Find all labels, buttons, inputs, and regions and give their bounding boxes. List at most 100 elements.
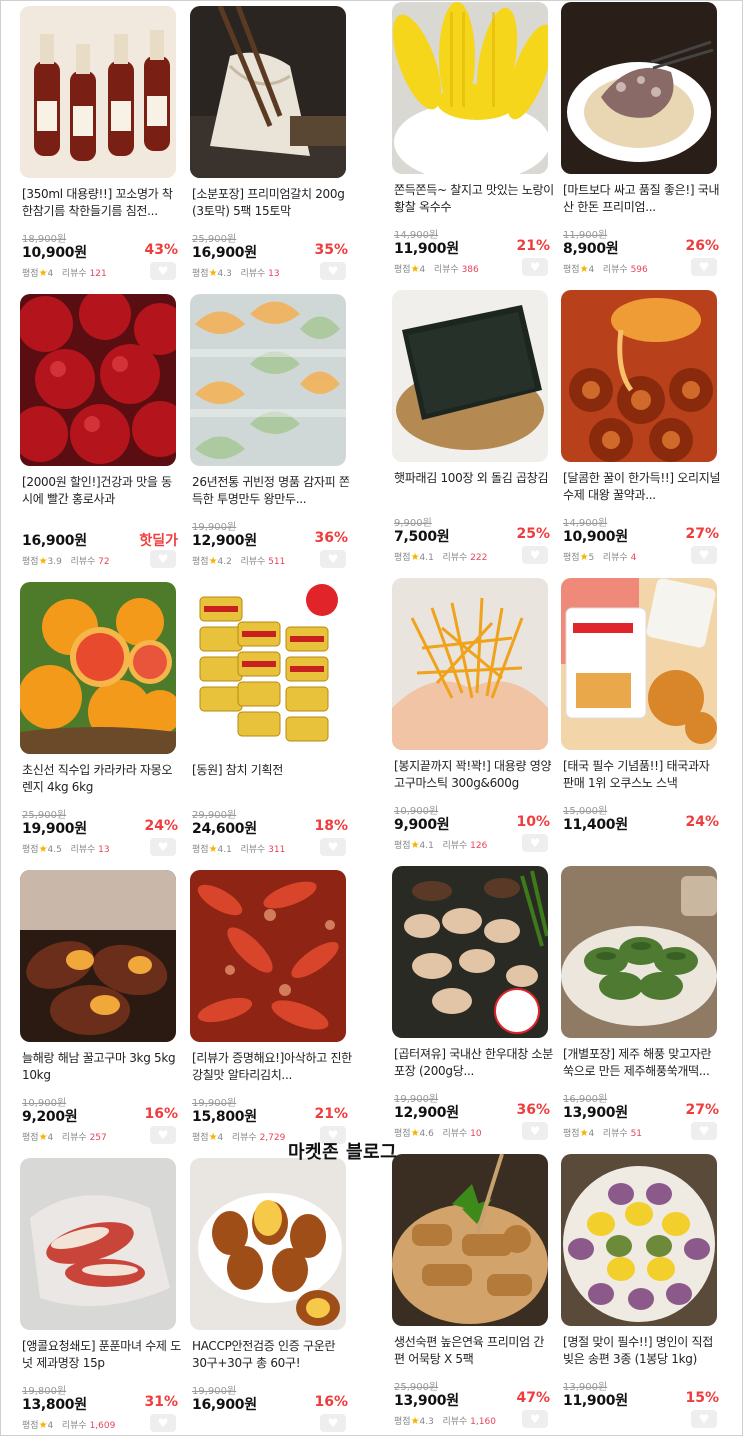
sale-price: 16,900원 [22, 533, 87, 549]
product-card[interactable]: [태국 필수 기념품!!] 태국과자 판매 1위 오쿠스노 스낵 15,000원… [561, 578, 721, 833]
product-card[interactable]: 햇파래김 100장 외 돌김 곱창김 9,900원 7,500원 25% 평점★… [392, 290, 552, 564]
product-title[interactable]: 생선숙편 높은연육 프리미엄 간편 어묵탕 X 5팩 [394, 1334, 554, 1368]
product-card[interactable]: HACCP안전검증 인증 구운란 30구+30구 총 60구! 19,900원 … [190, 1158, 350, 1432]
heart-icon[interactable]: ♥ [691, 258, 717, 276]
sale-price: 15,800원 [192, 1109, 257, 1125]
product-card[interactable]: 26년전통 귀빈정 명품 감자피 쫀득한 투명만두 왕만두... 19,900원… [190, 294, 350, 568]
product-title[interactable]: [리뷰가 증명해요!]아삭하고 진한 강칠맛 알타리김치... [192, 1050, 352, 1084]
product-title[interactable]: 초신선 직수입 카라카라 자몽오렌지 4kg 6kg [22, 762, 182, 796]
product-title[interactable]: [곱터져유] 국내산 한우대창 소분포장 (200g당... [394, 1046, 554, 1080]
rating-row: 평점★4 리뷰수 121 [22, 268, 107, 279]
product-title[interactable]: HACCP안전검증 인증 구운란 30구+30구 총 60구! [192, 1338, 352, 1372]
sale-price: 7,500원 [394, 529, 450, 545]
rating-row: 평점★4.3 리뷰수 13 [192, 268, 280, 279]
product-image[interactable] [392, 866, 548, 1038]
discount-rate: 21% [314, 1106, 348, 1122]
product-title[interactable]: [동원] 참치 기획전 [192, 762, 352, 796]
product-image[interactable] [190, 294, 346, 466]
product-card[interactable]: [달콤한 꿀이 한가득!!] 오리지널 수제 대왕 꿀약과... 14,900원… [561, 290, 721, 564]
product-image[interactable] [20, 294, 176, 466]
product-image[interactable] [190, 582, 346, 754]
heart-icon[interactable]: ♥ [320, 262, 346, 280]
product-card[interactable]: 쫀득쫀득~ 찰지고 맛있는 노랑이 황찰 옥수수 14,900원 11,900원… [392, 2, 554, 276]
heart-icon[interactable]: ♥ [150, 262, 176, 280]
star-icon: ★ [410, 552, 420, 563]
product-card[interactable]: [동원] 참치 기획전 29,900원 24,600원 18% 평점★4.1 리… [190, 582, 350, 856]
heart-icon[interactable]: ♥ [522, 258, 548, 276]
product-card[interactable]: 초신선 직수입 카라카라 자몽오렌지 4kg 6kg 25,900원 19,90… [20, 582, 180, 856]
product-title[interactable]: 늘해랑 해남 꿀고구마 3kg 5kg 10kg [22, 1050, 182, 1084]
product-image[interactable] [392, 1154, 548, 1326]
heart-icon[interactable]: ♥ [691, 546, 717, 564]
product-title[interactable]: [소분포장] 프리미엄갈치 200g (3토막) 5팩 15토막 [192, 186, 352, 220]
rating-row: 평점★4.1 리뷰수 222 [394, 552, 488, 563]
product-card[interactable]: [350ml 대용량!!] 꼬소명가 착한참기름 착한들기름 침전... 18,… [20, 6, 180, 280]
heart-icon[interactable]: ♥ [691, 1410, 717, 1428]
heart-icon[interactable]: ♥ [522, 1122, 548, 1140]
product-card[interactable]: [소분포장] 프리미엄갈치 200g (3토막) 5팩 15토막 25,900원… [190, 6, 350, 280]
star-icon: ★ [38, 268, 48, 279]
okusno-snack-icon [561, 578, 717, 750]
roasted-eggs-icon [190, 1158, 346, 1330]
product-title[interactable]: [봉지끝까지 꽉!꽉!] 대용량 영양고구마스틱 300g&600g [394, 758, 554, 792]
product-card[interactable]: [개별포장] 제주 해풍 맞고자란 쑥으로 만든 제주해풍쑥개떡... 16,9… [561, 866, 721, 1140]
product-title[interactable]: 26년전통 귀빈정 명품 감자피 쫀득한 투명만두 왕만두... [192, 474, 352, 508]
product-image[interactable] [20, 582, 176, 754]
product-image[interactable] [190, 6, 346, 178]
product-title[interactable]: 쫀득쫀득~ 찰지고 맛있는 노랑이 황찰 옥수수 [394, 182, 554, 216]
product-title[interactable]: [태국 필수 기념품!!] 태국과자 판매 1위 오쿠스노 스낵 [563, 758, 723, 792]
product-title[interactable]: [350ml 대용량!!] 꼬소명가 착한참기름 착한들기름 침전... [22, 186, 182, 220]
product-card[interactable]: 늘해랑 해남 꿀고구마 3kg 5kg 10kg 10,900원 9,200원 … [20, 870, 180, 1144]
product-image[interactable] [392, 578, 548, 750]
heart-icon[interactable]: ♥ [150, 1414, 176, 1432]
product-title[interactable]: [마트보다 싸고 품질 좋은!] 국내산 한돈 프리미엄... [563, 182, 723, 216]
product-image[interactable] [392, 290, 548, 462]
product-image[interactable] [561, 1154, 717, 1326]
product-title[interactable]: [명절 맞이 필수!!] 명인이 직접 빚은 송편 3종 (1봉당 1kg) [563, 1334, 723, 1368]
product-title[interactable]: [달콤한 꿀이 한가득!!] 오리지널 수제 대왕 꿀약과... [563, 470, 723, 504]
product-image[interactable] [561, 866, 717, 1038]
product-image[interactable] [190, 870, 346, 1042]
sale-price: 11,400원 [563, 817, 628, 833]
product-image[interactable] [20, 1158, 176, 1330]
product-card[interactable]: [곱터져유] 국내산 한우대창 소분포장 (200g당... 19,900원 1… [392, 866, 553, 1140]
rating-row: 평점★4 리뷰수 386 [394, 264, 479, 275]
product-card[interactable]: [2000원 할인!]건강과 맛을 동시에 빨간 홍로사과 16,900원 핫딜… [20, 294, 180, 568]
product-image[interactable] [561, 2, 717, 174]
product-card[interactable]: [앵콜요청쇄도] 푼푼마녀 수제 도넛 제과명장 15p 19,800원 13,… [20, 1158, 181, 1432]
rating-row: 평점★4.5 리뷰수 13 [22, 844, 110, 855]
sundae-bowl-icon [561, 2, 717, 174]
product-card[interactable]: [명절 맞이 필수!!] 명인이 직접 빚은 송편 3종 (1봉당 1kg) 1… [561, 1154, 721, 1428]
heart-icon[interactable]: ♥ [522, 546, 548, 564]
product-title[interactable]: 햇파래김 100장 외 돌김 곱창김 [394, 470, 554, 504]
product-title[interactable]: [2000원 할인!]건강과 맛을 동시에 빨간 홍로사과 [22, 474, 182, 508]
product-card[interactable]: 생선숙편 높은연육 프리미엄 간편 어묵탕 X 5팩 25,900원 13,90… [392, 1154, 552, 1428]
product-card[interactable]: [봉지끝까지 꽉!꽉!] 대용량 영양고구마스틱 300g&600g 10,90… [392, 578, 552, 852]
heart-icon[interactable]: ♥ [320, 1414, 346, 1432]
star-icon: ★ [208, 1132, 218, 1143]
discount-rate: 27% [685, 1102, 719, 1118]
product-image[interactable] [561, 290, 717, 462]
product-title[interactable]: [개별포장] 제주 해풍 맞고자란 쑥으로 만든 제주해풍쑥개떡... [563, 1046, 723, 1080]
heart-icon[interactable]: ♥ [522, 1410, 548, 1428]
rating-row: 평점★4.6 리뷰수 10 [394, 1128, 482, 1139]
sale-price: 11,900원 [563, 1393, 628, 1409]
rating-row: 평점★4 리뷰수 596 [563, 264, 648, 275]
product-image[interactable] [20, 870, 176, 1042]
discount-rate: 24% [144, 818, 178, 834]
heart-icon[interactable]: ♥ [691, 1122, 717, 1140]
product-card[interactable]: [리뷰가 증명해요!]아삭하고 진한 강칠맛 알타리김치... 19,900원 … [190, 870, 352, 1144]
heart-icon[interactable]: ♥ [522, 834, 548, 852]
product-image[interactable] [190, 1158, 346, 1330]
heart-icon[interactable]: ♥ [320, 838, 346, 856]
product-image[interactable] [392, 2, 548, 174]
product-title[interactable]: [앵콜요청쇄도] 푼푼마녀 수제 도넛 제과명장 15p [22, 1338, 182, 1372]
product-card[interactable]: [마트보다 싸고 품질 좋은!] 국내산 한돈 프리미엄... 11,900원 … [561, 2, 721, 276]
heart-icon[interactable]: ♥ [150, 1126, 176, 1144]
product-image[interactable] [20, 6, 176, 178]
heart-icon[interactable]: ♥ [320, 550, 346, 568]
heart-icon[interactable]: ♥ [150, 550, 176, 568]
grilled-hairtail-icon [190, 6, 346, 178]
product-image[interactable] [561, 578, 717, 750]
heart-icon[interactable]: ♥ [150, 838, 176, 856]
